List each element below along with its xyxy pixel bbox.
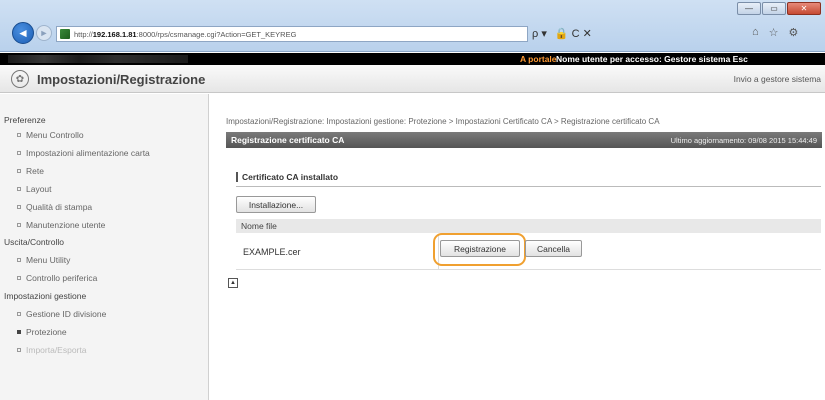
sidebar-section-uscita-controllo[interactable]: Uscita/Controllo <box>4 237 64 247</box>
sidebar-section-impostazioni-gestione[interactable]: Impostazioni gestione <box>4 291 86 301</box>
sidebar-item-menu-controllo[interactable]: Menu Controllo <box>17 130 84 140</box>
section-divider <box>236 186 821 187</box>
url-text: http://192.168.1.81:8000/rps/csmanage.cg… <box>74 29 297 39</box>
device-name-blurred <box>8 55 188 63</box>
portal-link[interactable]: A portale <box>520 54 557 64</box>
home-icon[interactable]: ⌂ <box>752 26 759 39</box>
install-button[interactable]: Installazione... <box>236 196 316 213</box>
forward-arrow-icon[interactable]: ► <box>36 25 52 41</box>
sidebar-section-preferenze[interactable]: Preferenze <box>4 115 46 125</box>
sidebar-item-manutenzione-utente[interactable]: Manutenzione utente <box>17 220 105 230</box>
sidebar-item-menu-utility[interactable]: Menu Utility <box>17 255 70 265</box>
sidebar-item-controllo-periferica[interactable]: Controllo periferica <box>17 273 97 283</box>
sidebar-item-rete[interactable]: Rete <box>17 166 44 176</box>
address-bar-actions: ρ ▾ 🔒 C ✕ <box>532 27 592 40</box>
close-button[interactable]: ✕ <box>787 2 821 15</box>
security-refresh-stop-icon[interactable]: 🔒 C ✕ <box>555 27 592 40</box>
page-title: Impostazioni/Registrazione <box>37 72 206 87</box>
search-dropdown-icon[interactable]: ρ ▾ <box>532 27 547 40</box>
login-user-info: Nome utente per accesso: Gestore sistema… <box>556 54 748 64</box>
page-top-icon[interactable]: ▲ <box>228 278 238 288</box>
address-bar[interactable]: http://192.168.1.81:8000/rps/csmanage.cg… <box>56 26 528 42</box>
sidebar-item-layout[interactable]: Layout <box>17 184 52 194</box>
sidebar-item-importa-esporta[interactable]: Importa/Esporta <box>17 345 86 355</box>
back-arrow-icon[interactable]: ◄ <box>12 22 34 44</box>
sidebar-item-qualita-stampa[interactable]: Qualità di stampa <box>17 202 92 212</box>
favorites-star-icon[interactable]: ☆ <box>769 26 779 39</box>
send-to-admin-link[interactable]: Invio a gestore sistema <box>734 74 821 84</box>
delete-button[interactable]: Cancella <box>525 240 582 257</box>
sidebar-item-gestione-id-divisione[interactable]: Gestione ID divisione <box>17 309 106 319</box>
site-favicon-icon <box>60 29 70 39</box>
last-update-timestamp: Ultimo aggiornamento: 09/08 2015 15:44:4… <box>670 136 817 145</box>
column-header-filename: Nome file <box>241 221 277 231</box>
certificate-filename: EXAMPLE.cer <box>243 247 301 257</box>
sidebar-item-alimentazione-carta[interactable]: Impostazioni alimentazione carta <box>17 148 150 158</box>
breadcrumb[interactable]: Impostazioni/Registrazione: Impostazioni… <box>226 117 660 126</box>
settings-registration-icon: ✿ <box>11 70 29 88</box>
browser-toolbar: ⌂ ☆ ⚙ <box>752 26 798 39</box>
maximize-button[interactable]: ▭ <box>762 2 786 15</box>
portal-bar: A portale Nome utente per accesso: Gesto… <box>0 53 825 65</box>
sidebar-item-protezione[interactable]: Protezione <box>17 327 67 337</box>
register-button[interactable]: Registrazione <box>440 240 520 257</box>
page-header: ✿ Impostazioni/Registrazione Invio a ges… <box>0 65 825 93</box>
browser-chrome: — ▭ ✕ ◄ ► http://192.168.1.81:8000/rps/c… <box>0 0 825 52</box>
window-controls: — ▭ ✕ <box>737 2 821 15</box>
minimize-button[interactable]: — <box>737 2 761 15</box>
table-header: Nome file <box>236 219 821 233</box>
content-heading-bar: Registrazione certificato CA Ultimo aggi… <box>226 132 822 148</box>
settings-gear-icon[interactable]: ⚙ <box>789 26 799 39</box>
section-title: Certificato CA installato <box>236 172 338 182</box>
sidebar: Preferenze Menu Controllo Impostazioni a… <box>0 94 209 400</box>
content-heading: Registrazione certificato CA <box>231 135 345 145</box>
